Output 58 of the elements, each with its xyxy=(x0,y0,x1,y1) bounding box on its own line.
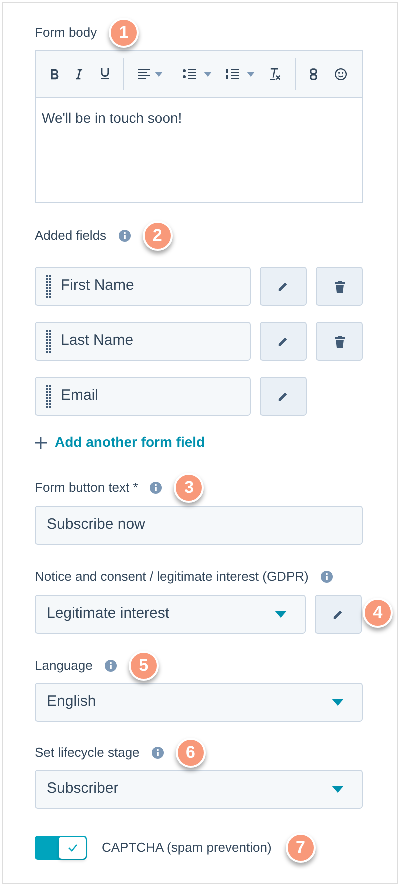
info-icon[interactable] xyxy=(118,230,131,242)
info-icon[interactable] xyxy=(104,660,117,672)
field-label: Form button text * xyxy=(35,479,138,498)
caret-icon xyxy=(332,786,344,793)
field-label: Notice and consent / legitimate interest (GDPR) xyxy=(35,568,309,586)
align-icon[interactable] xyxy=(138,68,152,80)
toggle-label: CAPTCHA (spam prevention) xyxy=(102,839,272,858)
trash-icon xyxy=(334,280,344,292)
drag-handle-icon[interactable] xyxy=(46,274,51,298)
field-label: Form body xyxy=(35,24,98,42)
italic-icon[interactable] xyxy=(76,68,83,80)
caret-icon xyxy=(155,72,164,76)
pencil-icon xyxy=(278,336,289,347)
caret-icon xyxy=(332,699,344,706)
numbered-list-icon[interactable] xyxy=(226,68,240,80)
select-dropdown[interactable]: English xyxy=(35,683,363,722)
caret-icon xyxy=(247,72,256,76)
drag-handle-icon[interactable] xyxy=(46,384,51,408)
callout-badge: 2 xyxy=(142,221,173,251)
toggle-switch[interactable] xyxy=(35,836,87,860)
callout-badge: 4 xyxy=(363,598,393,628)
pencil-icon xyxy=(278,391,289,402)
add-field-link[interactable]: Add another form field xyxy=(35,432,206,453)
callout-badge: 7 xyxy=(286,833,316,863)
delete-button[interactable] xyxy=(316,322,363,361)
pencil-icon xyxy=(278,281,289,292)
caret-icon xyxy=(275,611,287,618)
info-icon[interactable] xyxy=(150,482,162,494)
info-icon[interactable] xyxy=(320,571,333,583)
field-label: Language xyxy=(35,657,93,676)
callout-badge: 1 xyxy=(109,18,140,48)
underline-icon[interactable] xyxy=(100,68,110,80)
form-field-item[interactable]: First Name xyxy=(35,267,251,306)
rich-text-editor[interactable]: We'll be in touch soon! xyxy=(35,50,363,203)
callout-badge: 5 xyxy=(128,651,159,681)
callout-badge: 6 xyxy=(176,738,206,768)
form-field-item[interactable]: Email xyxy=(35,377,251,416)
select-dropdown[interactable]: Subscriber xyxy=(35,770,363,809)
form-field-item[interactable]: Last Name xyxy=(35,322,251,361)
field-label: Added fields xyxy=(35,227,107,246)
text-input[interactable]: Subscribe now xyxy=(35,506,363,545)
drag-handle-icon[interactable] xyxy=(46,330,51,354)
pencil-icon xyxy=(333,609,344,620)
callout-badge: 3 xyxy=(174,473,204,503)
emoji-icon[interactable] xyxy=(334,68,348,80)
checkmark-icon xyxy=(68,844,78,852)
delete-button[interactable] xyxy=(316,267,363,306)
bullet-list-icon[interactable] xyxy=(183,68,196,80)
caret-icon xyxy=(204,72,212,76)
plus-icon xyxy=(35,436,47,448)
bold-icon[interactable] xyxy=(51,68,60,80)
field-label: Set lifecycle stage xyxy=(35,744,140,762)
clear-format-icon[interactable] xyxy=(270,68,282,80)
info-icon[interactable] xyxy=(152,747,164,759)
editor-text: We'll be in touch soon! xyxy=(41,109,184,128)
link-icon[interactable] xyxy=(310,68,318,80)
select-dropdown[interactable]: Legitimate interest xyxy=(35,595,306,634)
trash-icon xyxy=(334,336,344,348)
